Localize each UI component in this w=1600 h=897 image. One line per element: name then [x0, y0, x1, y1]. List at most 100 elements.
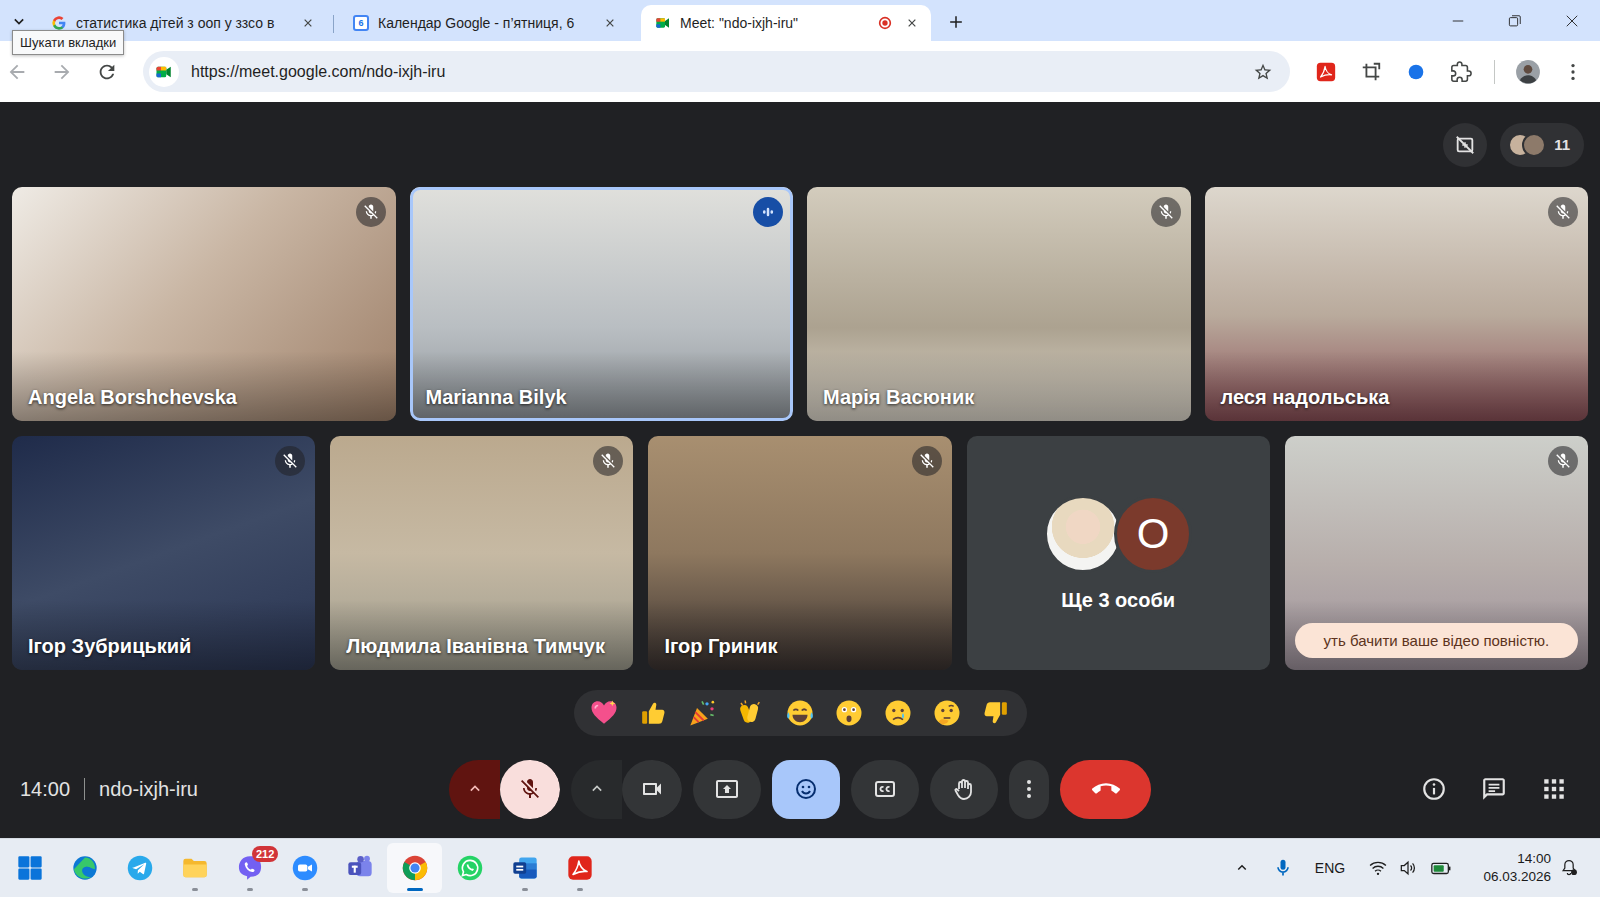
toolbar-separator	[1494, 60, 1495, 84]
reaction-button[interactable]	[678, 690, 727, 736]
chat-button[interactable]	[1472, 767, 1516, 811]
participant-tile[interactable]: Людмила Іванівна Тимчук	[330, 436, 633, 670]
taskbar-app[interactable]: 212	[222, 843, 277, 893]
camera-icon	[640, 777, 664, 801]
speaking-outline	[1205, 187, 1589, 421]
info-button[interactable]	[1412, 767, 1456, 811]
audio-options-button[interactable]	[449, 760, 500, 819]
present-button[interactable]	[693, 760, 761, 819]
tab-close-button[interactable]	[298, 13, 318, 33]
profile-button[interactable]	[1510, 54, 1546, 90]
reaction-button[interactable]	[727, 690, 776, 736]
zoom-icon	[291, 854, 319, 882]
audio-level-icon	[758, 202, 778, 222]
star-icon	[1253, 62, 1273, 82]
participant-tile[interactable]: леся надольська	[1205, 187, 1589, 421]
clock[interactable]: 14:0006.03.2026	[1471, 850, 1557, 886]
camera-button[interactable]	[622, 760, 682, 819]
taskbar-app[interactable]	[2, 843, 57, 893]
reaction-button[interactable]	[874, 690, 923, 736]
taskbar: 212 ENG 14:0006.03.2026	[0, 838, 1600, 897]
taskbar-app[interactable]	[442, 843, 497, 893]
self-tile[interactable]: уть бачити ваше відео повністю.	[1285, 436, 1588, 670]
taskbar-app[interactable]	[552, 843, 607, 893]
url-text[interactable]: https://meet.google.com/ndo-ixjh-iru	[189, 63, 1238, 81]
restore-button[interactable]	[1486, 0, 1543, 41]
taskbar-app[interactable]	[387, 843, 442, 893]
thumbs-up-icon	[638, 698, 668, 728]
tab-close-button[interactable]	[902, 13, 922, 33]
meeting-time: 14:00	[20, 778, 70, 801]
framing-off-icon	[1454, 134, 1476, 156]
taskbar-app[interactable]	[57, 843, 112, 893]
minimize-button[interactable]	[1429, 0, 1486, 41]
extension-button[interactable]	[1308, 54, 1344, 90]
plus-icon	[946, 12, 966, 32]
participant-tile[interactable]: Марія Васюник	[807, 187, 1191, 421]
participant-tile[interactable]: Angela Borshchevska	[12, 187, 396, 421]
bell-icon	[1559, 858, 1579, 878]
microphone-off-icon	[362, 203, 380, 221]
volume-button[interactable]	[1394, 848, 1422, 888]
microphone-in-use[interactable]	[1268, 848, 1298, 888]
speaking-outline	[12, 436, 315, 670]
site-info-button[interactable]	[149, 57, 179, 87]
framing-button[interactable]	[1443, 123, 1487, 167]
more-options-button[interactable]	[1009, 760, 1049, 819]
close-icon	[904, 15, 920, 31]
participant-name: Ігор Гриник	[664, 635, 777, 658]
microphone-button[interactable]	[500, 760, 560, 819]
tab-title: Календар Google - п’ятниця, 6	[378, 15, 591, 31]
taskbar-app[interactable]	[332, 843, 387, 893]
muted-badge	[593, 446, 623, 476]
captions-button[interactable]	[851, 760, 919, 819]
reaction-button[interactable]	[580, 690, 629, 736]
extension-button[interactable]	[1398, 54, 1434, 90]
taskbar-app[interactable]	[497, 843, 552, 893]
battery-button[interactable]	[1427, 848, 1455, 888]
participants-button[interactable]: 11	[1500, 123, 1584, 167]
taskbar-app[interactable]	[167, 843, 222, 893]
extension-button[interactable]	[1443, 54, 1479, 90]
reload-button[interactable]	[90, 55, 124, 89]
reaction-button[interactable]	[776, 690, 825, 736]
meet-top-bar: 11	[0, 102, 1600, 187]
network-button[interactable]	[1364, 848, 1392, 888]
participant-tile[interactable]: Ігор Зубрицький	[12, 436, 315, 670]
more-participants-tile[interactable]: ОЩе 3 особи	[967, 436, 1270, 670]
bookmark-button[interactable]	[1248, 57, 1278, 87]
leave-call-button[interactable]	[1060, 760, 1151, 819]
taskbar-app[interactable]	[277, 843, 332, 893]
reaction-button[interactable]	[923, 690, 972, 736]
language-indicator[interactable]: ENG	[1308, 848, 1352, 888]
reaction-button[interactable]	[629, 690, 678, 736]
notifications-button[interactable]	[1557, 848, 1581, 888]
video-options-button[interactable]	[571, 760, 622, 819]
raise-hand-button[interactable]	[930, 760, 998, 819]
reaction-button[interactable]	[825, 690, 874, 736]
taskbar-app[interactable]	[112, 843, 167, 893]
reaction-button[interactable]	[972, 690, 1021, 736]
activities-button[interactable]	[1532, 767, 1576, 811]
participant-tile[interactable]: Ігор Гриник	[648, 436, 951, 670]
address-bar[interactable]: https://meet.google.com/ndo-ixjh-iru	[143, 51, 1290, 92]
menu-button[interactable]	[1555, 54, 1591, 90]
sparkling-heart-icon	[589, 698, 619, 728]
new-tab-button[interactable]	[941, 7, 971, 37]
extension-button[interactable]	[1353, 54, 1389, 90]
meet-favicon-icon	[655, 15, 671, 31]
participant-name: Marianna Bilyk	[426, 386, 567, 409]
word-icon	[511, 854, 539, 882]
thumbs-down-icon	[981, 698, 1011, 728]
close-window-button[interactable]	[1543, 0, 1600, 41]
participant-tile[interactable]: Marianna Bilyk	[410, 187, 794, 421]
edge-icon	[71, 854, 99, 882]
tab-list: статистика дітей з ооп у ззсо в6Календар…	[37, 5, 931, 41]
reactions-bar	[574, 690, 1027, 736]
reactions-button[interactable]	[772, 760, 840, 819]
window-controls	[1429, 0, 1600, 41]
show-hidden-icons-button[interactable]	[1227, 848, 1257, 888]
browser-tab[interactable]: Meet: "ndo-ixjh-iru"	[641, 5, 931, 41]
browser-tab[interactable]: 6Календар Google - п’ятниця, 6	[339, 5, 629, 41]
tab-close-button[interactable]	[600, 13, 620, 33]
